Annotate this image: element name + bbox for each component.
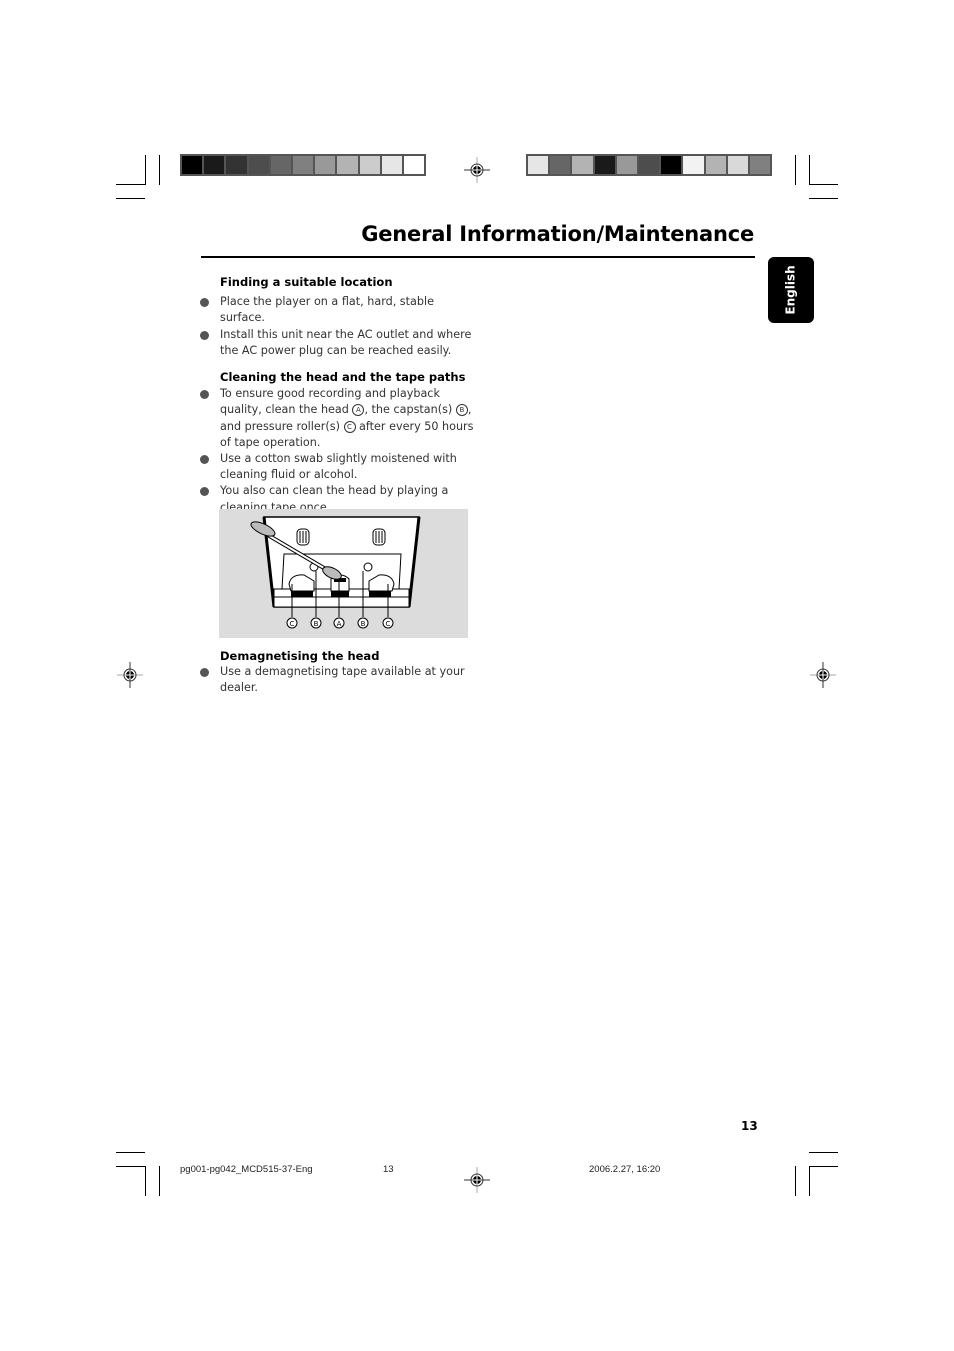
- color-swatch: [403, 156, 425, 174]
- bullet-icon: [200, 298, 209, 308]
- svg-text:A: A: [337, 620, 342, 628]
- crop-mark: [795, 1166, 796, 1196]
- figure-label-c-right: C: [382, 617, 394, 629]
- crop-mark: [795, 155, 796, 185]
- crop-mark: [145, 1166, 146, 1196]
- bullet-icon: [200, 487, 209, 497]
- language-tab: English: [768, 257, 814, 323]
- color-swatch: [248, 156, 271, 174]
- crop-mark: [116, 198, 145, 199]
- color-calibration-bar-left: [180, 154, 426, 176]
- color-swatch: [337, 156, 360, 174]
- tape-deck-cleaning-illustration: C B A B C: [219, 509, 468, 638]
- registration-mark-icon: [464, 157, 490, 183]
- list-item: Use a cotton swab slightly moistened wit…: [200, 451, 475, 483]
- bullet-icon: [200, 668, 209, 678]
- svg-text:C: C: [386, 620, 391, 628]
- svg-text:B: B: [314, 620, 319, 628]
- color-swatch: [292, 156, 316, 174]
- crop-mark: [116, 184, 145, 185]
- spindle-right-icon: [372, 528, 386, 546]
- list-item: Install this unit near the AC outlet and…: [200, 327, 475, 359]
- svg-text:B: B: [361, 620, 366, 628]
- bullet-icon: [200, 455, 209, 465]
- crop-mark: [809, 1152, 838, 1153]
- crop-mark: [159, 155, 160, 185]
- section-cleaning: Cleaning the head and the tape paths To …: [200, 369, 475, 516]
- list-item: Use a demagnetising tape available at yo…: [200, 664, 475, 696]
- crop-mark: [159, 1166, 160, 1196]
- section-heading: Cleaning the head and the tape paths: [220, 370, 466, 385]
- page-number: 13: [741, 1119, 758, 1133]
- color-swatch: [204, 156, 227, 174]
- color-swatch: [572, 156, 595, 174]
- color-swatch: [270, 156, 293, 174]
- color-swatch: [661, 156, 684, 174]
- language-tab-label: English: [784, 265, 798, 315]
- spindle-left-icon: [296, 528, 310, 546]
- registration-mark-icon: [464, 1167, 490, 1193]
- color-swatch: [727, 156, 750, 174]
- color-swatch: [749, 156, 771, 174]
- label-b-icon: B: [455, 404, 468, 417]
- color-swatch: [315, 156, 338, 174]
- color-swatch: [550, 156, 573, 174]
- bullet-icon: [200, 390, 209, 400]
- footer-file-name: pg001-pg042_MCD515-37-Eng: [180, 1164, 313, 1175]
- title-rule: [201, 256, 755, 258]
- bullet-icon: [200, 330, 209, 340]
- section-demagnetising: Demagnetising the head Use a demagnetisi…: [200, 648, 475, 697]
- footer-timestamp: 2006.2.27, 16:20: [589, 1164, 661, 1175]
- crop-mark: [116, 1166, 145, 1167]
- figure-label-c-left: C: [286, 617, 298, 629]
- color-swatch: [182, 156, 205, 174]
- content-column: Finding a suitable location Place the pl…: [200, 274, 475, 694]
- color-swatch: [594, 156, 617, 174]
- section-location: Finding a suitable location Place the pl…: [200, 274, 475, 359]
- tape-deck-drawing: C B A B C: [250, 516, 421, 629]
- crop-mark: [809, 198, 838, 199]
- color-swatch: [226, 156, 249, 174]
- crop-mark: [809, 155, 810, 185]
- color-swatch: [638, 156, 662, 174]
- color-swatch: [381, 156, 404, 174]
- registration-mark-icon: [117, 662, 143, 688]
- color-swatch: [359, 156, 382, 174]
- color-swatch: [683, 156, 706, 174]
- crop-mark: [809, 1166, 810, 1196]
- section-heading: Finding a suitable location: [220, 275, 393, 289]
- label-a-icon: A: [352, 404, 365, 417]
- color-swatch: [705, 156, 728, 174]
- color-swatch: [616, 156, 639, 174]
- crop-mark: [809, 1166, 838, 1167]
- section-heading: Demagnetising the head: [220, 649, 380, 663]
- crop-mark: [809, 184, 838, 185]
- registration-mark-icon: [810, 662, 836, 688]
- figure-label-b-right: B: [357, 617, 369, 629]
- label-c-icon: C: [343, 420, 356, 433]
- color-calibration-bar-right: [526, 154, 772, 176]
- figure-label-a: A: [333, 617, 345, 629]
- crop-mark: [116, 1152, 145, 1153]
- crop-mark: [145, 155, 146, 185]
- page-title: General Information/Maintenance: [361, 222, 754, 246]
- color-swatch: [528, 156, 551, 174]
- footer-page: 13: [383, 1164, 394, 1175]
- list-item: Place the player on a flat, hard, stable…: [200, 294, 475, 326]
- list-item: To ensure good recording and playback qu…: [200, 386, 475, 451]
- figure-label-b-left: B: [310, 617, 322, 629]
- svg-text:C: C: [290, 620, 295, 628]
